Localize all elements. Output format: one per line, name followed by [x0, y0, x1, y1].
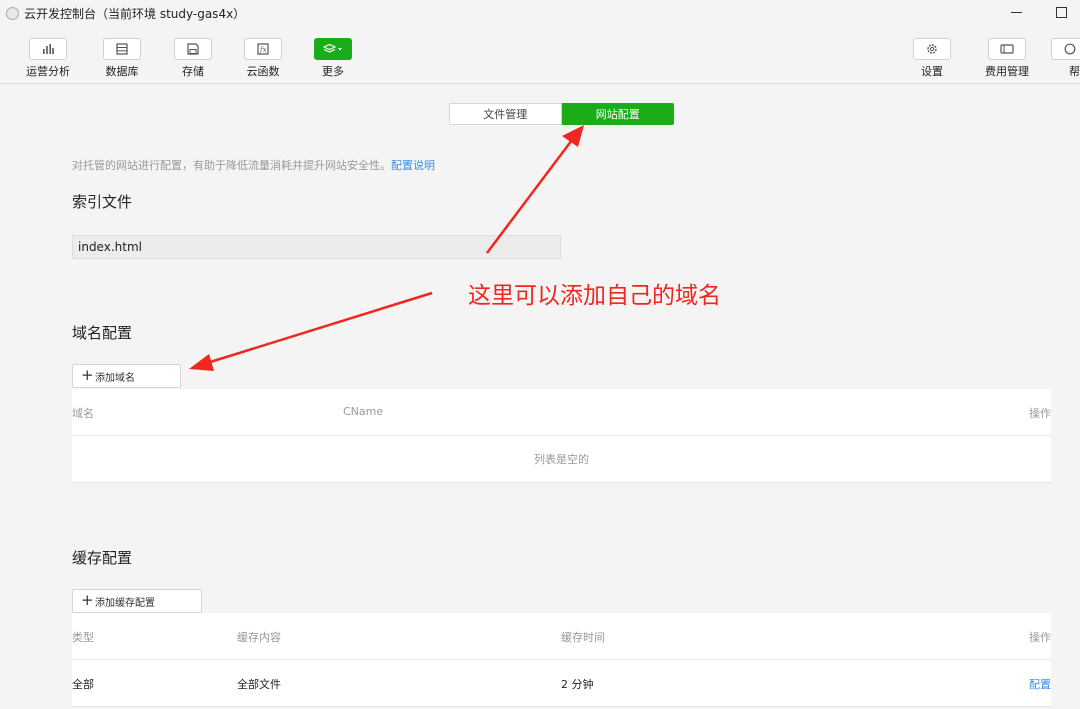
annotation-arrows: [189, 125, 584, 371]
arrow-to-site-config: [486, 139, 573, 254]
arrowhead-site-config: [562, 125, 584, 147]
arrowhead-add-domain: [189, 354, 214, 371]
arrow-to-add-domain: [206, 291, 433, 365]
